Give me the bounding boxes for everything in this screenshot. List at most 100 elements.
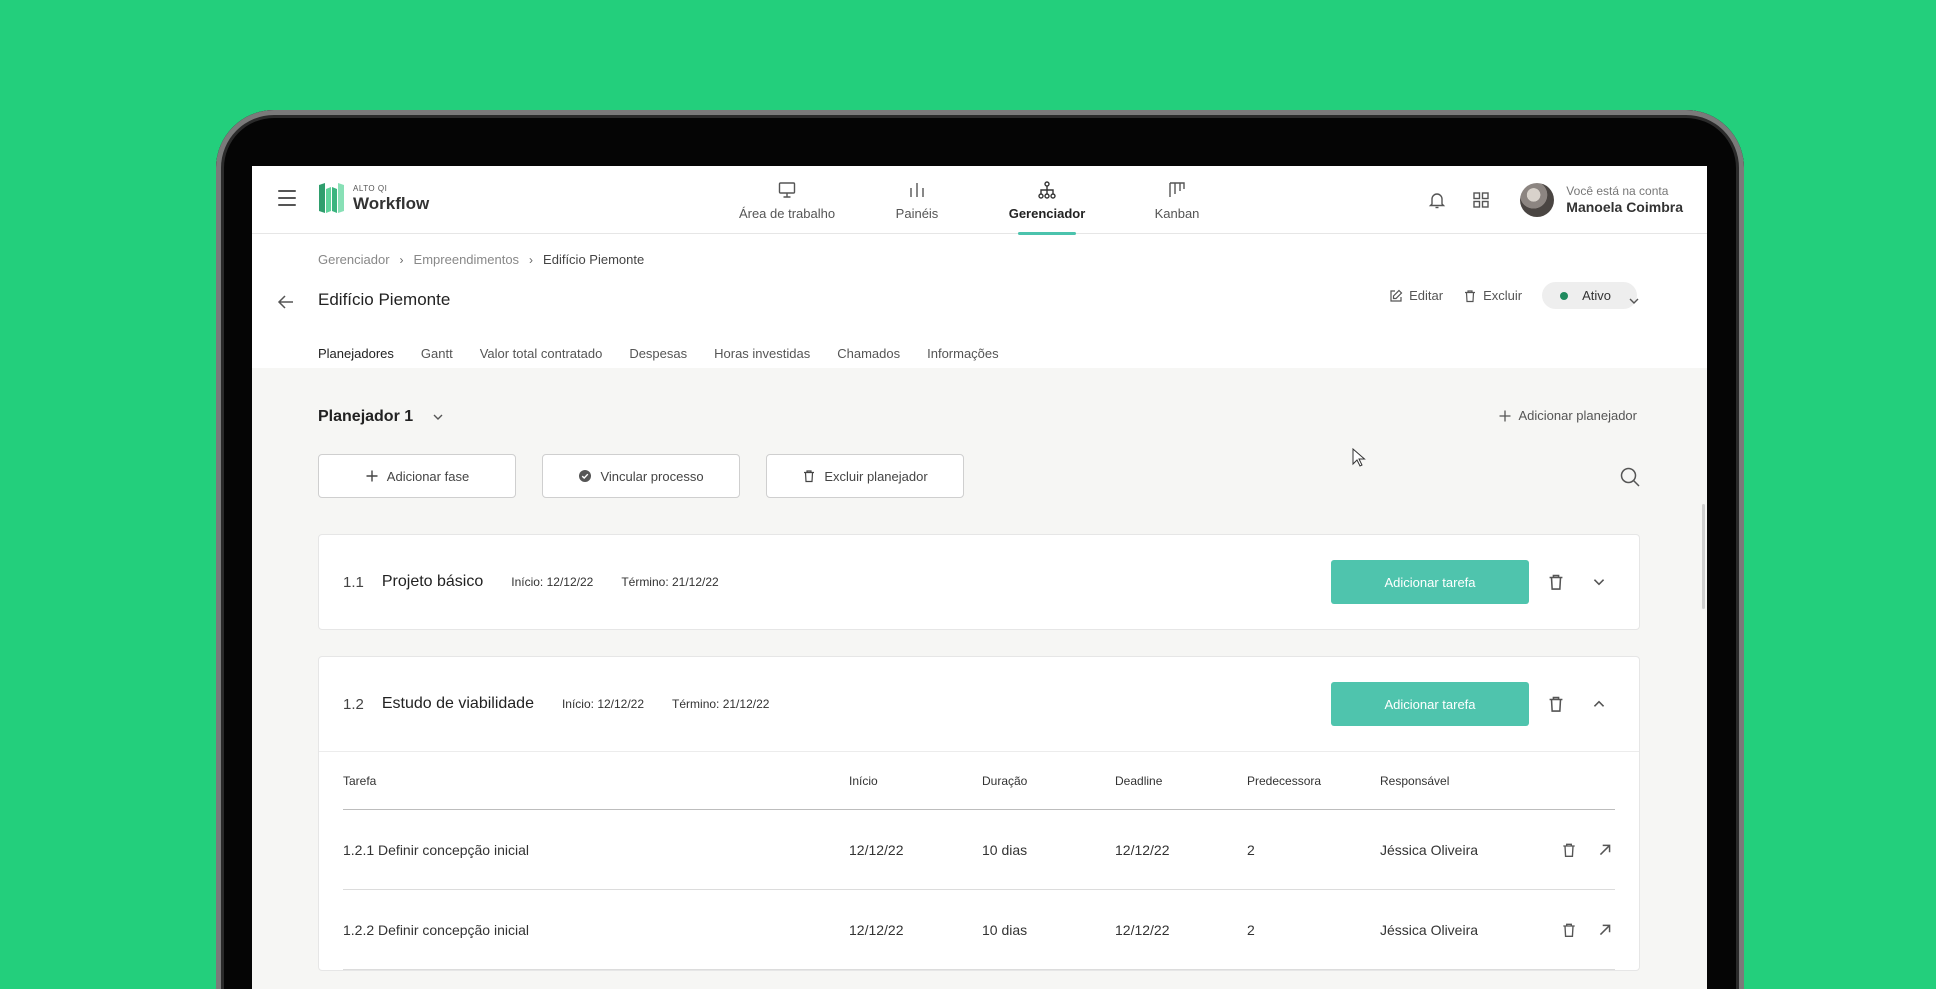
back-arrow-icon[interactable] bbox=[276, 292, 296, 312]
planner-selector[interactable]: Planejador 1 bbox=[318, 408, 445, 426]
trash-icon[interactable] bbox=[1561, 922, 1577, 938]
plus-icon bbox=[366, 470, 378, 482]
add-task-button[interactable]: Adicionar tarefa bbox=[1331, 560, 1529, 604]
table-row[interactable]: 1.2.1 Definir concepção inicial 12/12/22… bbox=[343, 810, 1615, 890]
phase-start-date: Início: 12/12/22 bbox=[561, 697, 645, 711]
menu-icon[interactable] bbox=[278, 190, 296, 206]
status-badge[interactable]: Ativo bbox=[1542, 282, 1637, 309]
scrollbar[interactable] bbox=[1702, 504, 1705, 609]
nav-item-kanban[interactable]: Kanban bbox=[1112, 166, 1242, 234]
breadcrumb-item-empreendimentos[interactable]: Empreendimentos bbox=[414, 252, 520, 267]
page-title: Edifício Piemonte bbox=[318, 290, 451, 309]
nav-label: Kanban bbox=[1154, 205, 1200, 221]
phase-header[interactable]: 1.2 Estudo de viabilidade Início: 12/12/… bbox=[319, 657, 1639, 751]
notifications-button[interactable] bbox=[1426, 189, 1448, 211]
status-dot bbox=[1560, 291, 1569, 300]
apps-button[interactable] bbox=[1470, 189, 1492, 211]
phase-header[interactable]: 1.1 Projeto básico Início: 12/12/22 Térm… bbox=[319, 535, 1639, 629]
phase-card: 1.2 Estudo de viabilidade Início: 12/12/… bbox=[318, 656, 1640, 971]
task-predecessor: 2 bbox=[1247, 841, 1255, 858]
table-header: Tarefa Início Duração Deadline Predecess… bbox=[343, 752, 1615, 810]
task-duration: 10 dias bbox=[982, 841, 1028, 858]
breadcrumb-item-gerenciador[interactable]: Gerenciador bbox=[318, 252, 390, 267]
task-duration: 10 dias bbox=[982, 921, 1028, 938]
app-screen: ALTO QI Workflow Área de trabalho Painéi… bbox=[252, 166, 1707, 989]
nav-label: Área de trabalho bbox=[738, 205, 836, 221]
mouse-cursor-icon bbox=[1352, 448, 1366, 467]
column-header: Deadline bbox=[1115, 773, 1163, 788]
column-header: Início bbox=[849, 773, 878, 788]
panels-icon bbox=[910, 182, 924, 197]
grid-icon bbox=[1473, 192, 1489, 208]
workflow-logo-icon bbox=[319, 183, 344, 213]
app-logo[interactable]: ALTO QI Workflow bbox=[317, 181, 429, 215]
phase-name: Estudo de viabilidade bbox=[381, 695, 534, 712]
row-actions bbox=[1550, 922, 1615, 938]
task-predecessor: 2 bbox=[1247, 921, 1255, 938]
chevron-down-icon[interactable] bbox=[1591, 574, 1607, 590]
phase-name: Projeto básico bbox=[381, 573, 484, 590]
plus-icon bbox=[1499, 410, 1511, 421]
table-row[interactable]: 1.2.2 Definir concepção inicial 12/12/22… bbox=[343, 890, 1615, 970]
monitor-icon bbox=[778, 181, 796, 198]
edit-label: Editar bbox=[1409, 288, 1444, 303]
chevron-down-icon[interactable] bbox=[1627, 294, 1641, 308]
user-caption: Você está na conta bbox=[1566, 183, 1669, 198]
column-header: Tarefa bbox=[343, 773, 377, 788]
nav-item-area-de-trabalho[interactable]: Área de trabalho bbox=[722, 166, 852, 234]
planner-content: Planejador 1 Adicionar planejador Adicio… bbox=[252, 368, 1707, 989]
planner-title: Planejador 1 bbox=[318, 408, 414, 425]
user-name: Manoela Coimbra bbox=[1566, 198, 1683, 215]
trash-icon[interactable] bbox=[1561, 842, 1577, 858]
column-header: Responsável bbox=[1380, 773, 1450, 788]
bell-icon bbox=[1429, 193, 1446, 209]
task-deadline: 12/12/22 bbox=[1115, 921, 1170, 938]
delete-planner-button[interactable]: Excluir planejador bbox=[766, 454, 964, 498]
main-nav: Área de trabalho Painéis Gerenciador Kan… bbox=[722, 166, 1242, 235]
user-account[interactable]: Você está na conta Manoela Coimbra bbox=[1520, 183, 1683, 217]
kanban-icon bbox=[1169, 181, 1185, 197]
delete-button[interactable]: Excluir bbox=[1463, 288, 1522, 303]
task-owner: Jéssica Oliveira bbox=[1380, 921, 1479, 938]
add-planner-label: Adicionar planejador bbox=[1518, 408, 1637, 423]
hierarchy-icon bbox=[1038, 180, 1056, 199]
phase-start-date: Início: 12/12/22 bbox=[511, 575, 594, 589]
row-actions bbox=[1550, 842, 1615, 858]
phase-card: 1.1 Projeto básico Início: 12/12/22 Térm… bbox=[318, 534, 1640, 630]
delete-planner-label: Excluir planejador bbox=[824, 468, 928, 484]
logo-name: Workflow bbox=[353, 193, 430, 213]
add-task-button[interactable]: Adicionar tarefa bbox=[1331, 682, 1529, 726]
search-icon[interactable] bbox=[1619, 466, 1641, 488]
trash-icon[interactable] bbox=[1547, 695, 1565, 713]
top-right-controls: Você está na conta Manoela Coimbra bbox=[1426, 166, 1683, 234]
chevron-up-icon[interactable] bbox=[1591, 696, 1607, 712]
task-start: 12/12/22 bbox=[849, 841, 904, 858]
edit-button[interactable]: Editar bbox=[1389, 288, 1443, 303]
phase-number: 1.1 bbox=[343, 573, 364, 591]
phase-number: 1.2 bbox=[343, 695, 364, 713]
delete-label: Excluir bbox=[1483, 288, 1523, 303]
chevron-down-icon bbox=[433, 414, 443, 420]
task-deadline: 12/12/22 bbox=[1115, 841, 1170, 858]
status-label: Ativo bbox=[1582, 288, 1611, 303]
chevron-right-icon: › bbox=[529, 252, 534, 267]
column-header: Duração bbox=[982, 773, 1028, 788]
task-start: 12/12/22 bbox=[849, 921, 904, 938]
open-external-icon[interactable] bbox=[1597, 842, 1613, 858]
add-phase-label: Adicionar fase bbox=[386, 468, 470, 484]
nav-item-gerenciador[interactable]: Gerenciador bbox=[982, 166, 1112, 235]
phase-end-date: Término: 21/12/22 bbox=[621, 575, 719, 589]
task-name: 1.2.1 Definir concepção inicial bbox=[343, 841, 529, 858]
nav-label: Gerenciador bbox=[1008, 205, 1086, 221]
edit-icon bbox=[1390, 289, 1403, 302]
open-external-icon[interactable] bbox=[1597, 922, 1613, 938]
nav-item-paineis[interactable]: Painéis bbox=[852, 166, 982, 234]
trash-icon[interactable] bbox=[1547, 573, 1565, 591]
logo-caption: ALTO QI bbox=[353, 183, 388, 193]
task-table: Tarefa Início Duração Deadline Predecess… bbox=[319, 751, 1639, 970]
link-process-label: Vincular processo bbox=[600, 468, 704, 484]
add-phase-button[interactable]: Adicionar fase bbox=[318, 454, 516, 498]
link-process-button[interactable]: Vincular processo bbox=[542, 454, 740, 498]
trash-icon bbox=[804, 470, 815, 483]
add-planner-button[interactable]: Adicionar planejador bbox=[1498, 408, 1637, 423]
